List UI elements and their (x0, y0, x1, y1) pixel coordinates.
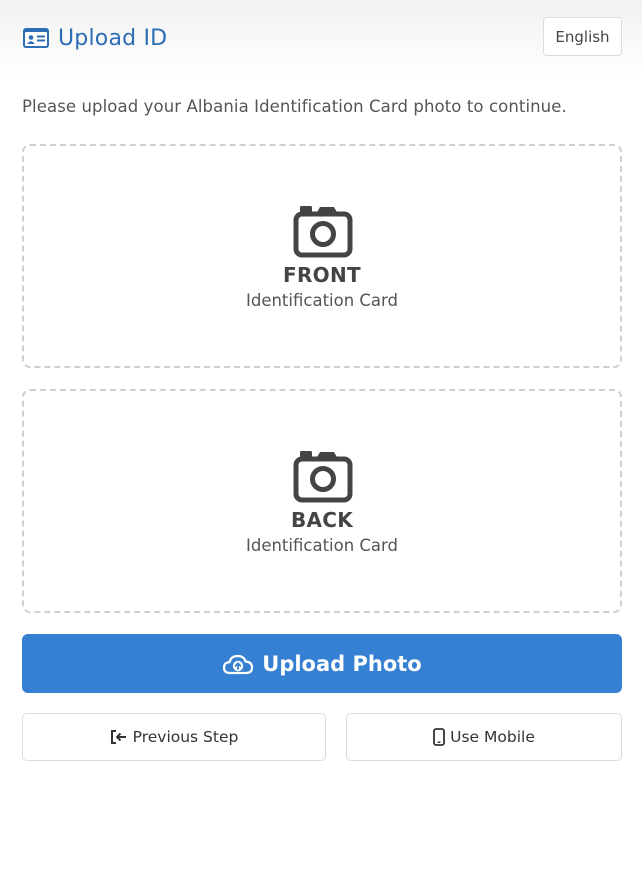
front-label: FRONT (283, 263, 361, 287)
use-mobile-label: Use Mobile (450, 728, 535, 746)
instructions-text: Please upload your Albania Identificatio… (22, 97, 567, 116)
previous-step-label: Previous Step (132, 728, 239, 746)
back-upload-area[interactable]: BACK Identification Card (22, 389, 622, 613)
cloud-upload-icon (223, 654, 254, 674)
back-sublabel: Identification Card (245, 536, 399, 555)
page-title-text: Upload ID (58, 25, 168, 51)
use-mobile-button[interactable]: Use Mobile (346, 713, 622, 761)
upload-photo-label: Upload Photo (262, 651, 422, 676)
back-label: BACK (290, 508, 354, 532)
upload-photo-button[interactable]: Upload Photo (22, 634, 622, 693)
language-select-button[interactable]: English (543, 17, 622, 56)
camera-icon (293, 451, 353, 503)
previous-step-button[interactable]: Previous Step (22, 713, 326, 761)
front-sublabel: Identification Card (245, 291, 399, 310)
id-card-icon (23, 28, 49, 48)
sign-out-arrow-icon (110, 730, 126, 744)
header: Upload ID English (0, 0, 642, 76)
page-title: Upload ID (22, 22, 167, 54)
camera-icon (293, 206, 353, 258)
mobile-phone-icon (433, 728, 446, 746)
front-upload-area[interactable]: FRONT Identification Card (22, 144, 622, 368)
